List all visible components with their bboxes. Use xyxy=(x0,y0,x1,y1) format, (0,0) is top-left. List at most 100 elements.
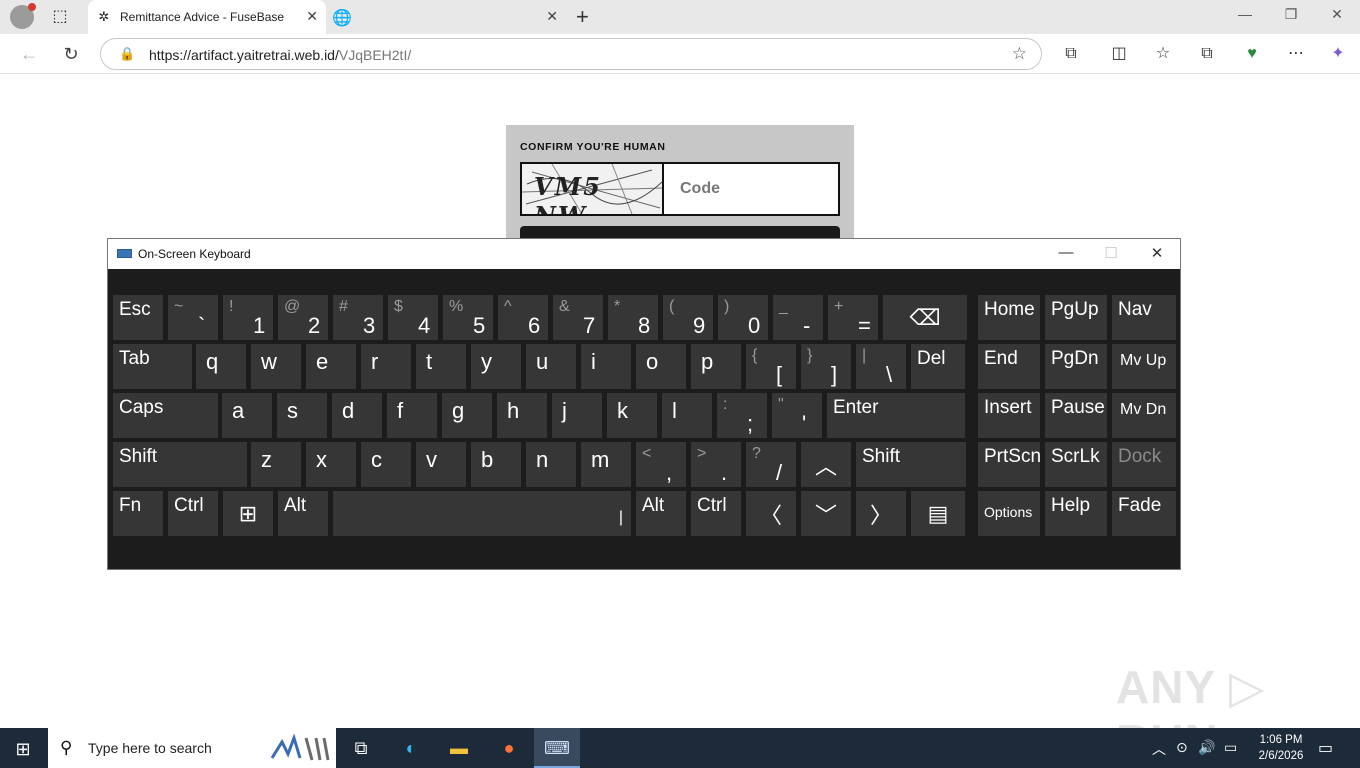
key-ctrl[interactable]: Ctrl xyxy=(168,491,218,536)
favorites-icon[interactable]: ☆ xyxy=(1151,43,1175,65)
key-caps[interactable]: Caps xyxy=(113,393,218,438)
key-t[interactable]: t xyxy=(416,344,466,389)
edge-icon[interactable]: ◐ xyxy=(388,728,434,768)
copilot-icon[interactable]: ✦ xyxy=(1326,43,1350,65)
key-fade[interactable]: Fade xyxy=(1112,491,1176,536)
key-del[interactable]: Del xyxy=(911,344,965,389)
key-alt[interactable]: Alt xyxy=(636,491,686,536)
key-fn[interactable]: Fn xyxy=(113,491,163,536)
key-1[interactable]: ! 1 xyxy=(223,295,273,340)
key-8[interactable]: * 8 xyxy=(608,295,658,340)
arrow-down-icon[interactable]: ﹀ xyxy=(801,491,851,536)
key-help[interactable]: Help xyxy=(1045,491,1107,536)
volume-icon[interactable]: 🔊 xyxy=(1198,739,1215,756)
new-tab-button[interactable]: + xyxy=(576,4,589,30)
key-mv-up[interactable]: Mv Up xyxy=(1112,344,1176,389)
key-5[interactable]: % 5 xyxy=(443,295,493,340)
key-tab[interactable]: Tab xyxy=(113,344,192,389)
key-equals[interactable]: + = xyxy=(828,295,878,340)
key-u[interactable]: u xyxy=(526,344,576,389)
start-button[interactable]: ⊞ xyxy=(12,738,34,760)
restore-icon[interactable]: ❐ xyxy=(1276,6,1306,23)
osk-maximize-icon[interactable]: ☐ xyxy=(1096,244,1126,262)
firefox-icon[interactable]: ● xyxy=(486,728,532,768)
task-view-icon[interactable]: ⧉ xyxy=(338,728,384,768)
ime-icon[interactable]: ▭ xyxy=(1224,739,1237,756)
collections-icon[interactable]: ⧉ xyxy=(1195,43,1219,65)
key-mv-dn[interactable]: Mv Dn xyxy=(1112,393,1176,438)
back-icon[interactable]: ← xyxy=(16,43,42,65)
key-f[interactable]: f xyxy=(387,393,437,438)
key-z[interactable]: z xyxy=(251,442,301,487)
key-n[interactable]: n xyxy=(526,442,576,487)
key-d[interactable]: d xyxy=(332,393,382,438)
notification-icon[interactable]: ▭ xyxy=(1318,738,1333,758)
key-dock[interactable]: Dock xyxy=(1112,442,1176,487)
taskbar-clock[interactable]: 1:06 PM 2/6/2026 xyxy=(1250,732,1312,764)
key-backslash[interactable]: | \ xyxy=(856,344,906,389)
key-insert[interactable]: Insert xyxy=(978,393,1040,438)
key-o[interactable]: o xyxy=(636,344,686,389)
key-a[interactable]: a xyxy=(222,393,272,438)
osk-titlebar[interactable]: On-Screen Keyboard — ☐ ✕ xyxy=(108,239,1180,269)
key-slash[interactable]: ? / xyxy=(746,442,796,487)
key-prtscn[interactable]: PrtScn xyxy=(978,442,1041,487)
key-k[interactable]: k xyxy=(607,393,657,438)
minimize-icon[interactable]: — xyxy=(1230,6,1260,22)
key-minus[interactable]: _ - xyxy=(773,295,823,340)
key-semicolon[interactable]: :; xyxy=(717,393,767,438)
key-m[interactable]: m xyxy=(581,442,631,487)
osk-minimize-icon[interactable]: — xyxy=(1051,244,1081,261)
tray-chevron-icon[interactable]: ︿ xyxy=(1152,739,1166,759)
key-options[interactable]: Options xyxy=(978,491,1040,536)
key-j[interactable]: j xyxy=(552,393,602,438)
tab-new-page[interactable]: 🌐 ✕ xyxy=(326,0,566,34)
key-9[interactable]: (9 xyxy=(663,295,713,340)
key-shift[interactable]: Shift xyxy=(856,442,966,487)
split-screen-icon[interactable]: ◫ xyxy=(1107,43,1131,65)
url-field[interactable]: 🔒 https://artifact.yaitretrai.web.id/VJq… xyxy=(100,38,1042,70)
key-pgup[interactable]: PgUp xyxy=(1045,295,1107,340)
key-r[interactable]: r xyxy=(361,344,411,389)
profile-avatar[interactable] xyxy=(10,3,36,29)
key-b[interactable]: b xyxy=(471,442,521,487)
window-close-icon[interactable]: ✕ xyxy=(1322,6,1352,23)
windows-key-icon[interactable]: ⊞ xyxy=(223,491,273,536)
menu-key-icon[interactable]: ▤ xyxy=(911,491,965,536)
refresh-icon[interactable]: ↻ xyxy=(58,43,84,65)
osk-close-icon[interactable]: ✕ xyxy=(1142,244,1172,262)
key-w[interactable]: w xyxy=(251,344,301,389)
lock-icon[interactable]: 🔒 xyxy=(119,46,135,62)
key-4[interactable]: $4 xyxy=(388,295,438,340)
key-s[interactable]: s xyxy=(277,393,327,438)
performance-icon[interactable]: ♥ xyxy=(1240,43,1264,65)
key-comma[interactable]: <, xyxy=(636,442,686,487)
arrow-up-icon[interactable]: ︿ xyxy=(801,442,851,487)
key-ctrl[interactable]: Ctrl xyxy=(691,491,741,536)
key-c[interactable]: c xyxy=(361,442,411,487)
key-quote[interactable]: " ' xyxy=(772,393,822,438)
captcha-code-input[interactable] xyxy=(666,164,838,214)
key-v[interactable]: v xyxy=(416,442,466,487)
network-icon[interactable]: ⊙ xyxy=(1176,739,1188,756)
on-screen-keyboard-icon[interactable]: ⌨ xyxy=(534,728,580,768)
key-shift[interactable]: Shift xyxy=(113,442,247,487)
key-y[interactable]: y xyxy=(471,344,521,389)
tab-close-icon[interactable]: ✕ xyxy=(306,8,318,25)
file-explorer-icon[interactable]: ▬ xyxy=(436,728,482,768)
key-g[interactable]: g xyxy=(442,393,492,438)
tab-remittance-advice[interactable]: ✲ Remittance Advice - FuseBase ✕ xyxy=(88,0,326,34)
key-period[interactable]: >. xyxy=(691,442,741,487)
arrow-right-icon[interactable]: 〉 xyxy=(856,491,906,536)
key-scrlk[interactable]: ScrLk xyxy=(1045,442,1107,487)
key-p[interactable]: p xyxy=(691,344,741,389)
key-0[interactable]: ) 0 xyxy=(718,295,768,340)
tab-close-icon[interactable]: ✕ xyxy=(546,8,558,25)
backspace-icon[interactable]: ⌫ xyxy=(883,295,967,340)
key-nav[interactable]: Nav xyxy=(1112,295,1176,340)
extensions-icon[interactable]: ⧉ xyxy=(1059,43,1083,65)
taskbar-search-box[interactable]: ⚲ Type here to search xyxy=(48,728,336,768)
key-7[interactable]: & 7 xyxy=(553,295,603,340)
space-bar[interactable]: | xyxy=(333,491,631,536)
key-pgdn[interactable]: PgDn xyxy=(1045,344,1107,389)
